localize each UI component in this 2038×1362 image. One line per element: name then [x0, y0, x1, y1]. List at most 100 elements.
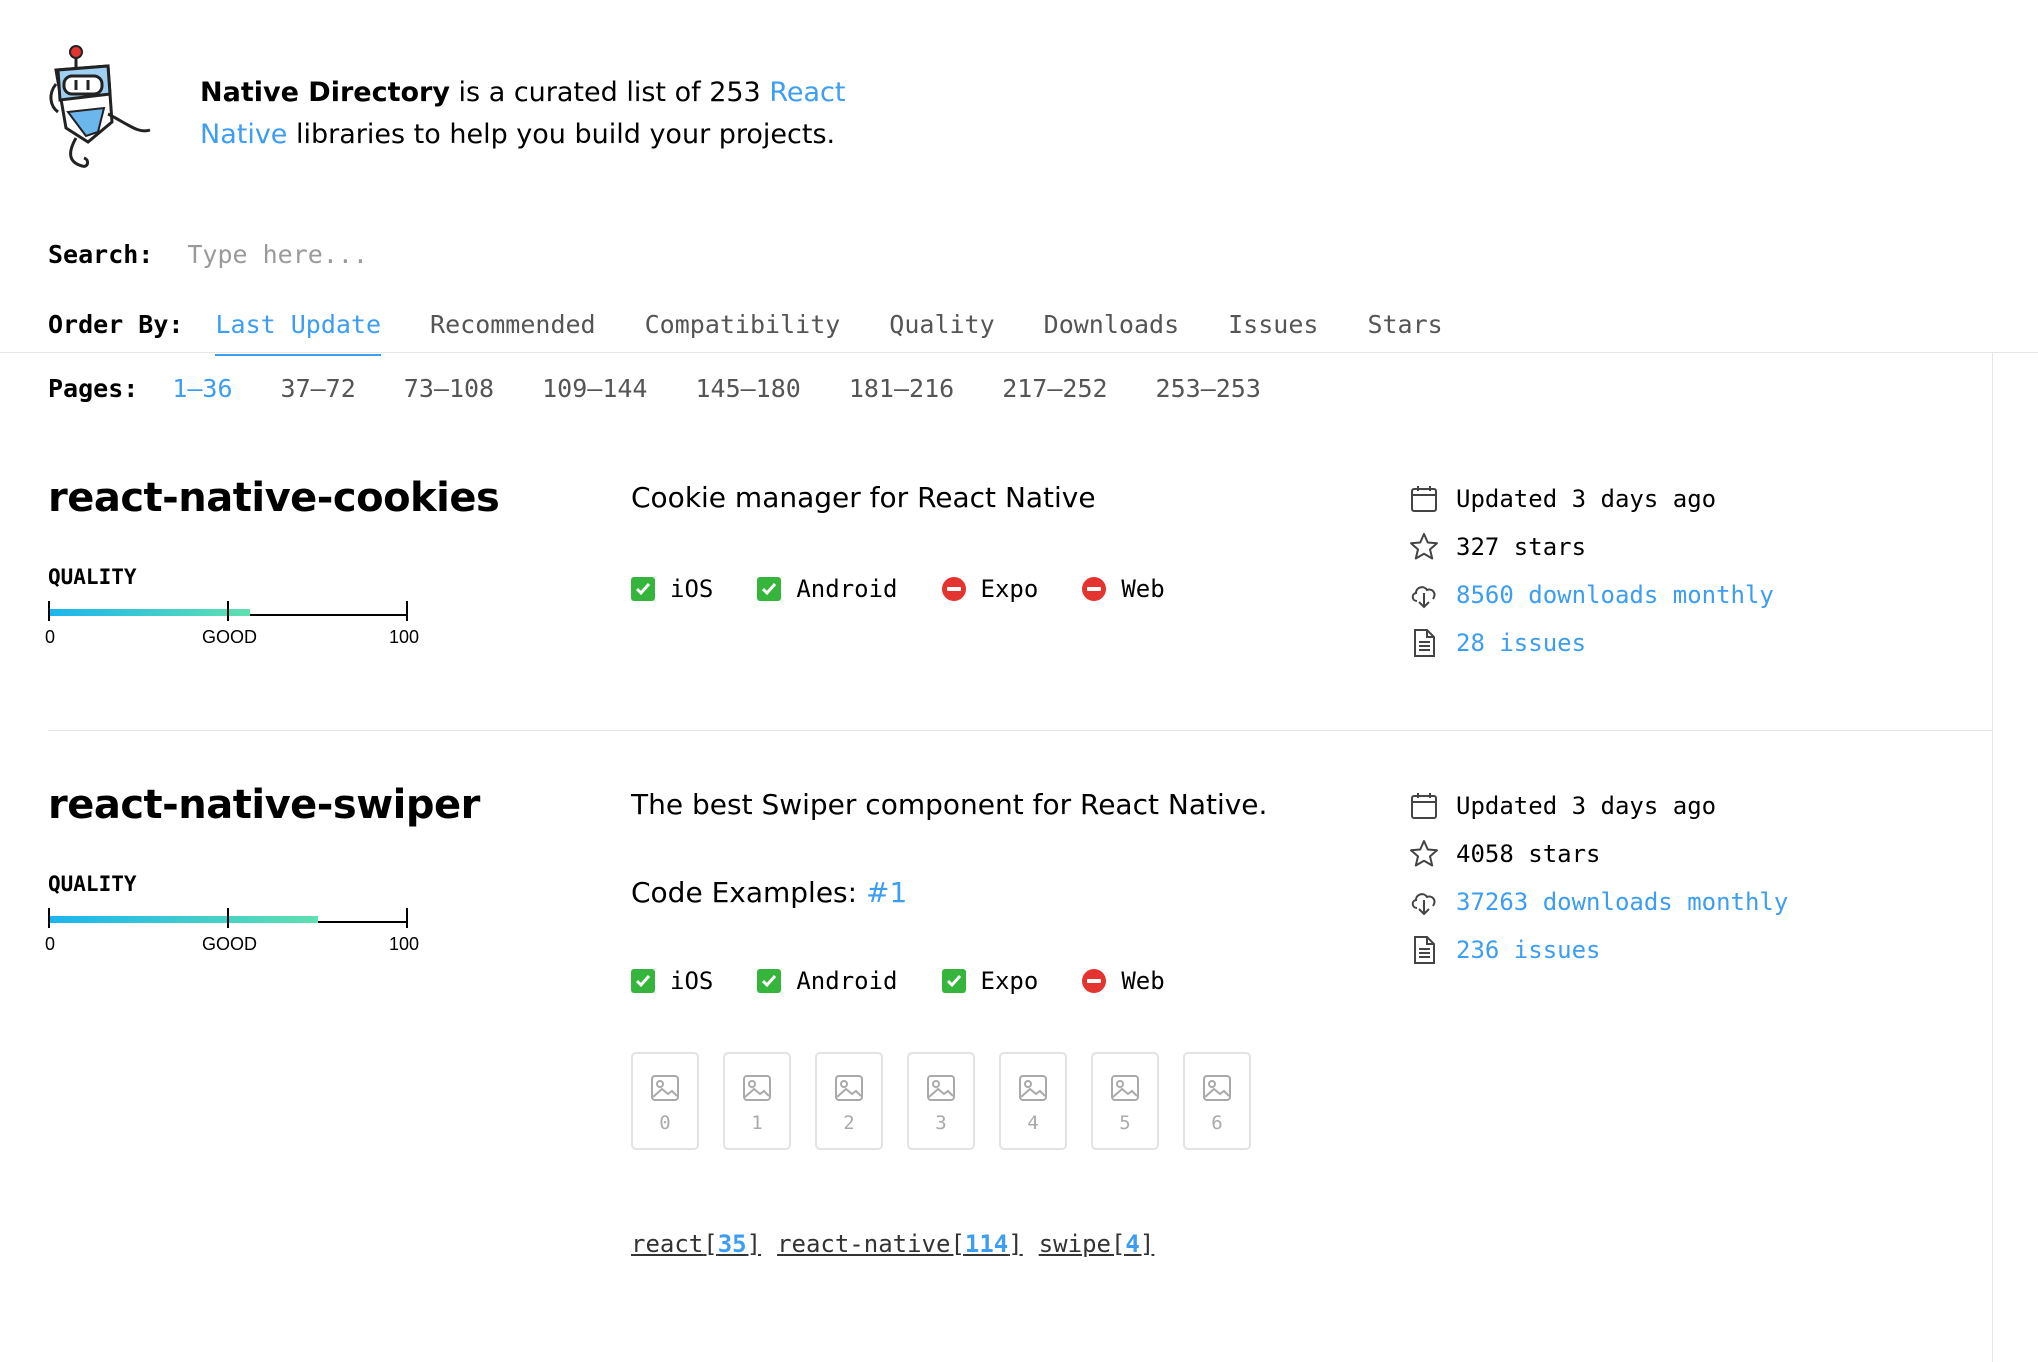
pages-label: Pages:: [48, 374, 139, 403]
page-link[interactable]: 145–180: [695, 374, 800, 403]
tag-name: react: [631, 1230, 704, 1258]
tag-name: swipe: [1038, 1230, 1111, 1258]
calendar-icon: [1411, 486, 1437, 512]
header-divider: [0, 352, 2038, 353]
page-link[interactable]: 1–36: [172, 374, 232, 403]
check-icon: [941, 969, 966, 993]
quality-tick: [48, 601, 50, 621]
quality-max: 100: [389, 627, 420, 647]
image-thumbnail[interactable]: 6: [1183, 1052, 1251, 1150]
page-link[interactable]: 37–72: [281, 374, 356, 403]
quality-mid: GOOD: [202, 934, 258, 954]
issues-link[interactable]: 236 issues: [1456, 936, 1601, 964]
image-icon: [651, 1075, 679, 1101]
no-entry-icon: [941, 577, 966, 601]
tab-issues[interactable]: Issues: [1228, 308, 1318, 356]
image-thumbnails: 0 1 2 3 4 5 6: [631, 1052, 1275, 1150]
quality-tick: [48, 908, 50, 928]
image-icon: [1019, 1075, 1047, 1101]
platform-label: Expo: [980, 575, 1039, 603]
platform-expo: Expo: [941, 967, 1039, 995]
image-icon: [1111, 1075, 1139, 1101]
downloads-link[interactable]: 8560 downloads monthly: [1456, 581, 1774, 609]
quality-bar: [48, 597, 408, 623]
platform-list: iOS Android Expo Web: [631, 575, 1209, 603]
library-name[interactable]: react-native-cookies: [48, 475, 500, 521]
platform-ios: iOS: [631, 967, 713, 995]
page-link[interactable]: 181–216: [849, 374, 954, 403]
image-thumbnail[interactable]: 1: [723, 1052, 791, 1150]
image-thumbnail[interactable]: 0: [631, 1052, 699, 1150]
stat-issues: 236 issues: [1408, 926, 1788, 974]
tab-compatibility[interactable]: Compatibility: [645, 308, 841, 356]
order-tabs: Last Update Recommended Compatibility Qu…: [215, 308, 1491, 356]
tagline-text: is a curated list of 253: [449, 77, 770, 108]
site-header: Native Directory is a curated list of 25…: [48, 44, 860, 174]
platform-web: Web: [1082, 575, 1165, 603]
tab-stars[interactable]: Stars: [1367, 308, 1442, 356]
image-icon: [927, 1075, 955, 1101]
page-list: 1–36 37–72 73–108 109–144 145–180 181–21…: [172, 374, 1309, 403]
image-thumbnail[interactable]: 2: [815, 1052, 883, 1150]
quality-tick: [406, 601, 408, 621]
search-row: Search:: [48, 240, 788, 269]
page-link[interactable]: 73–108: [404, 374, 494, 403]
image-thumbnail[interactable]: 5: [1091, 1052, 1159, 1150]
image-icon: [835, 1075, 863, 1101]
tag-count: 114: [964, 1230, 1009, 1258]
page-link[interactable]: 253–253: [1156, 374, 1261, 403]
calendar-icon: [1411, 793, 1437, 819]
search-input[interactable]: [187, 240, 788, 269]
image-index: 2: [843, 1112, 855, 1134]
quality-scale-labels: 0 GOOD 100: [45, 627, 428, 651]
stat-updated: Updated 3 days ago: [1408, 475, 1774, 523]
tag-count: 4: [1125, 1230, 1140, 1258]
quality-min: 0: [45, 627, 56, 647]
library-name[interactable]: react-native-swiper: [48, 782, 480, 828]
no-entry-icon: [1082, 969, 1107, 993]
library-stats: Updated 3 days ago 4058 stars 37263 down…: [1408, 782, 1788, 974]
tab-recommended[interactable]: Recommended: [430, 308, 596, 356]
image-index: 0: [659, 1112, 671, 1134]
quality-tick: [227, 908, 229, 928]
library-card: react-native-swiper QUALITY 0 GOOD 100 T…: [45, 782, 1992, 1342]
image-thumbnail[interactable]: 4: [999, 1052, 1067, 1150]
no-entry-icon: [1082, 577, 1107, 601]
image-icon: [1203, 1075, 1231, 1101]
brand-name: Native Directory: [200, 77, 450, 108]
platform-label: Web: [1121, 967, 1165, 995]
quality-fill: [48, 916, 318, 923]
tab-downloads[interactable]: Downloads: [1044, 308, 1179, 356]
tag-link[interactable]: react-native[114]: [777, 1230, 1023, 1258]
cloud-download-icon: [1411, 586, 1436, 609]
quality-scale-labels: 0 GOOD 100: [45, 934, 428, 958]
library-description: Cookie manager for React Native: [631, 481, 1096, 514]
image-thumbnail[interactable]: 3: [907, 1052, 975, 1150]
quality-meter: QUALITY 0 GOOD 100: [45, 565, 428, 651]
check-icon: [757, 577, 782, 601]
downloads-link[interactable]: 37263 downloads monthly: [1456, 888, 1788, 916]
updated-text: Updated 3 days ago: [1456, 485, 1717, 513]
code-example-link[interactable]: #1: [866, 876, 907, 909]
robot-logo-icon[interactable]: [48, 44, 158, 174]
quality-mid: GOOD: [202, 627, 258, 647]
platform-label: iOS: [670, 575, 714, 603]
tagline-text-end: libraries to help you build your project…: [287, 119, 836, 150]
tab-last-update[interactable]: Last Update: [215, 308, 382, 356]
platform-label: Expo: [980, 967, 1039, 995]
issues-link[interactable]: 28 issues: [1456, 629, 1586, 657]
image-index: 1: [751, 1112, 763, 1134]
tag-link[interactable]: swipe[4]: [1039, 1230, 1155, 1258]
page-link[interactable]: 109–144: [542, 374, 647, 403]
stat-downloads: 37263 downloads monthly: [1408, 878, 1788, 926]
quality-min: 0: [45, 934, 56, 954]
image-index: 6: [1211, 1112, 1223, 1134]
content-right-border: [1992, 352, 1993, 1362]
platform-label: Android: [796, 575, 898, 603]
quality-label: QUALITY: [48, 872, 137, 896]
tag-link[interactable]: react[35]: [631, 1230, 761, 1258]
platform-android: Android: [757, 575, 898, 603]
page-link[interactable]: 217–252: [1002, 374, 1107, 403]
tab-quality[interactable]: Quality: [889, 308, 994, 356]
stat-downloads: 8560 downloads monthly: [1408, 571, 1774, 619]
